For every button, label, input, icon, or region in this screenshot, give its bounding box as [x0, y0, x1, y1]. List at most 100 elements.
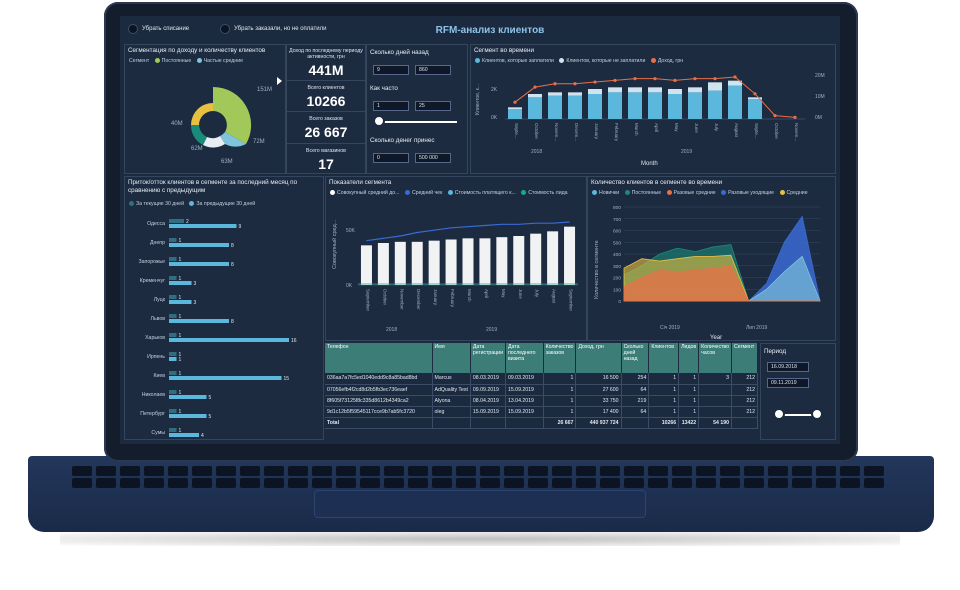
bar-paid[interactable]: [628, 92, 642, 119]
bar-unpaid[interactable]: [668, 89, 682, 94]
revenue-point[interactable]: [633, 77, 637, 81]
remove-writeoff-toggle[interactable]: Убрать списание: [128, 23, 189, 35]
bar-unpaid[interactable]: [628, 87, 642, 93]
revenue-point[interactable]: [653, 77, 657, 81]
bar-cumulative[interactable]: [428, 240, 440, 285]
bar-cumulative[interactable]: [547, 231, 559, 285]
often-slider-track[interactable]: [377, 121, 457, 123]
donut-slice-151m[interactable]: [213, 86, 252, 144]
column-header[interactable]: Сколько дней назад: [621, 343, 650, 373]
bar-previous[interactable]: [169, 433, 199, 437]
table-total-row[interactable]: Total 26 667 440 937 724 10266 13422 54 190: [325, 417, 758, 429]
bar-paid[interactable]: [648, 92, 662, 119]
period-slider-end-handle[interactable]: [811, 408, 823, 420]
bar-previous[interactable]: [169, 395, 207, 399]
bar-unpaid[interactable]: [528, 94, 542, 98]
days-from-input[interactable]: 9: [373, 65, 409, 75]
remove-unpaid-toggle[interactable]: Убрать заказали, но не оплатили: [220, 23, 326, 35]
bar-cumulative[interactable]: [377, 243, 389, 285]
bar-current[interactable]: [169, 314, 177, 318]
bar-unpaid[interactable]: [608, 87, 622, 93]
often-slider-handle[interactable]: [373, 115, 385, 127]
revenue-point[interactable]: [793, 115, 797, 119]
revenue-point[interactable]: [753, 92, 757, 96]
bar-cumulative[interactable]: [479, 238, 491, 285]
often-from-input[interactable]: 1: [373, 101, 409, 111]
often-to-input[interactable]: 25: [415, 101, 451, 111]
bar-paid[interactable]: [548, 95, 562, 119]
table-row[interactable]: 036aa7a7fc5ed1040edd9c8a85bad8bd Marcus 08…: [325, 373, 758, 385]
bar-cumulative[interactable]: [564, 226, 576, 285]
bar-unpaid[interactable]: [548, 92, 562, 96]
bar-unpaid[interactable]: [708, 82, 722, 91]
bar-cumulative[interactable]: [360, 245, 372, 285]
bar-paid[interactable]: [568, 95, 582, 119]
column-header[interactable]: Дата последнего визита: [505, 343, 544, 373]
days-to-input[interactable]: 860: [415, 65, 451, 75]
table-row[interactable]: 07056efb4f2cd8d2b5fb3ec736eaef AdQuality …: [325, 384, 758, 396]
column-header[interactable]: Клиентов: [648, 343, 680, 373]
bar-paid[interactable]: [748, 99, 762, 119]
money-from-input[interactable]: 0: [373, 153, 409, 163]
bar-unpaid[interactable]: [648, 87, 662, 93]
bar-current[interactable]: [169, 333, 177, 337]
bar-previous[interactable]: [169, 357, 177, 361]
bar-current[interactable]: [169, 219, 184, 223]
bar-paid[interactable]: [588, 94, 602, 119]
revenue-point[interactable]: [693, 77, 697, 81]
revenue-point[interactable]: [713, 77, 717, 81]
bar-unpaid[interactable]: [508, 107, 522, 109]
bar-current[interactable]: [169, 238, 177, 242]
bar-cumulative[interactable]: [513, 236, 525, 285]
bar-cumulative[interactable]: [496, 237, 508, 285]
bar-previous[interactable]: [169, 224, 237, 228]
bar-paid[interactable]: [608, 92, 622, 119]
bar-previous[interactable]: [169, 338, 289, 342]
table-row[interactable]: 8f605f73125f8c335d8612b4349ca2 Alyona 08.0…: [325, 395, 758, 407]
bar-cumulative[interactable]: [394, 241, 406, 285]
bar-current[interactable]: [169, 295, 177, 299]
column-header[interactable]: Количество часов: [698, 343, 732, 373]
period-slider-start-handle[interactable]: [773, 408, 785, 420]
revenue-point[interactable]: [733, 75, 737, 79]
bar-current[interactable]: [169, 371, 177, 375]
revenue-point[interactable]: [773, 114, 777, 118]
bar-current[interactable]: [169, 257, 177, 261]
bar-paid[interactable]: [708, 90, 722, 119]
next-page-icon[interactable]: [277, 77, 282, 85]
bar-current[interactable]: [169, 390, 177, 394]
revenue-point[interactable]: [593, 80, 597, 84]
money-to-input[interactable]: 500 000: [415, 153, 451, 163]
revenue-point[interactable]: [513, 100, 517, 104]
bar-unpaid[interactable]: [588, 89, 602, 94]
bar-unpaid[interactable]: [688, 87, 702, 93]
column-header[interactable]: Количество заказов: [543, 343, 577, 373]
column-header[interactable]: Имя: [432, 343, 471, 373]
revenue-point[interactable]: [533, 85, 537, 89]
column-header[interactable]: Лидов: [678, 343, 700, 373]
table-row[interactable]: 9d1c12b5f59545117cce9b7ab5fc3720 oleg 15.0…: [325, 406, 758, 418]
period-from-input[interactable]: 16.09.2018: [767, 362, 809, 372]
bar-cumulative[interactable]: [445, 239, 457, 286]
bar-cumulative[interactable]: [462, 238, 474, 285]
revenue-point[interactable]: [573, 82, 577, 86]
column-header[interactable]: Доход, грн: [575, 343, 622, 373]
bar-current[interactable]: [169, 409, 177, 413]
column-header[interactable]: Телефон: [325, 343, 433, 373]
bar-paid[interactable]: [688, 92, 702, 119]
revenue-point[interactable]: [673, 78, 677, 82]
bar-paid[interactable]: [668, 94, 682, 119]
bar-current[interactable]: [169, 276, 177, 280]
bar-previous[interactable]: [169, 414, 207, 418]
bar-current[interactable]: [169, 428, 177, 432]
bar-unpaid[interactable]: [568, 92, 582, 96]
bar-cumulative[interactable]: [411, 241, 423, 285]
bar-previous[interactable]: [169, 376, 282, 380]
period-to-input[interactable]: 09.11.2019: [767, 378, 809, 388]
column-header[interactable]: Дата регистрации: [470, 343, 506, 373]
column-header[interactable]: Сегмент: [731, 343, 758, 373]
donut-slice-40m[interactable]: [191, 103, 213, 125]
bar-paid[interactable]: [508, 109, 522, 119]
bar-current[interactable]: [169, 352, 177, 356]
revenue-point[interactable]: [613, 78, 617, 82]
